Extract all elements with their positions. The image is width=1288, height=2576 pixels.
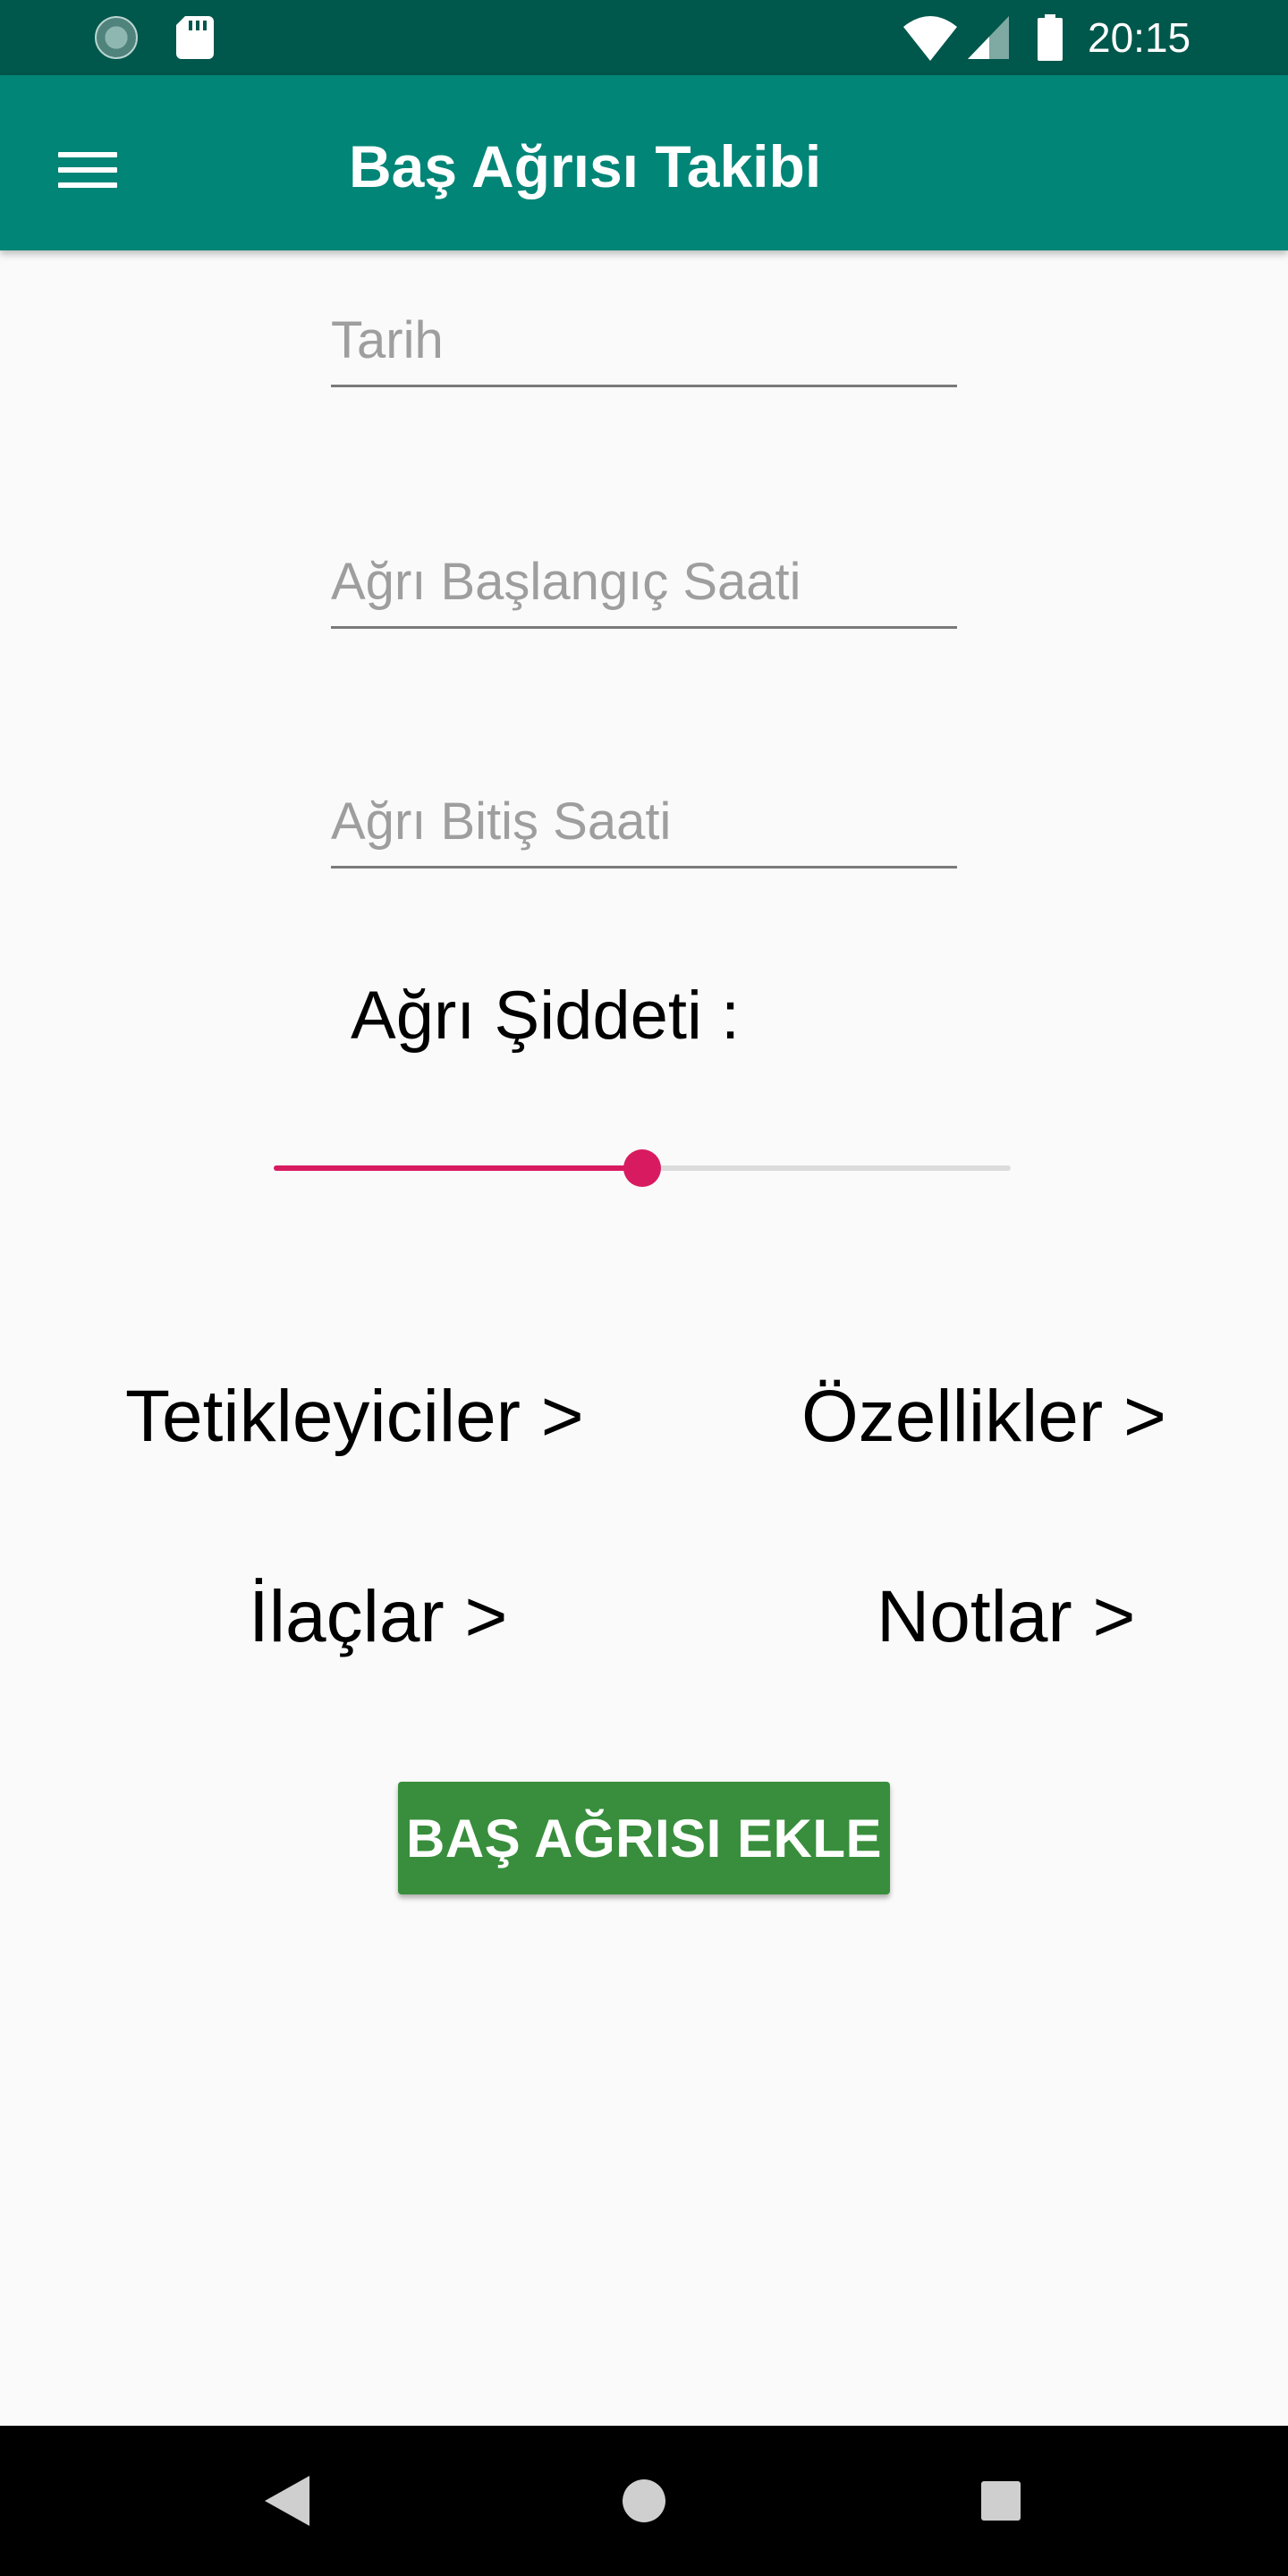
slider-fill <box>274 1165 642 1171</box>
slider-thumb[interactable] <box>623 1149 661 1187</box>
recents-icon[interactable] <box>981 2481 1021 2521</box>
medications-link[interactable]: İlaçlar > <box>249 1572 507 1662</box>
system-nav-bar <box>0 2426 1288 2576</box>
sd-card-icon <box>176 16 214 59</box>
screen: 20:15 Baş Ağrısı Takibi Ağrı Şiddeti : T… <box>0 0 1288 2576</box>
home-icon[interactable] <box>623 2479 665 2522</box>
menu-button[interactable] <box>43 125 132 215</box>
end-time-input[interactable] <box>331 785 957 869</box>
notes-link[interactable]: Notlar > <box>877 1572 1135 1662</box>
add-headache-button[interactable]: BAŞ AĞRISI EKLE <box>398 1782 890 1894</box>
severity-slider[interactable] <box>274 1141 1011 1195</box>
signal-icon <box>968 16 1009 59</box>
status-time: 20:15 <box>1088 14 1191 61</box>
back-icon[interactable] <box>265 2476 309 2526</box>
wifi-icon <box>903 16 957 61</box>
severity-label: Ağrı Şiddeti : <box>351 978 741 1054</box>
hamburger-menu-icon <box>58 142 117 198</box>
date-input[interactable] <box>331 304 957 387</box>
features-link[interactable]: Özellikler > <box>801 1372 1166 1462</box>
start-time-input[interactable] <box>331 546 957 629</box>
status-bar: 20:15 <box>0 0 1288 75</box>
page-title: Baş Ağrısı Takibi <box>349 133 822 199</box>
triggers-link[interactable]: Tetikleyiciler > <box>125 1372 584 1462</box>
battery-icon <box>1038 14 1063 61</box>
sync-icon <box>95 16 138 59</box>
app-bar: Baş Ağrısı Takibi <box>0 75 1288 250</box>
